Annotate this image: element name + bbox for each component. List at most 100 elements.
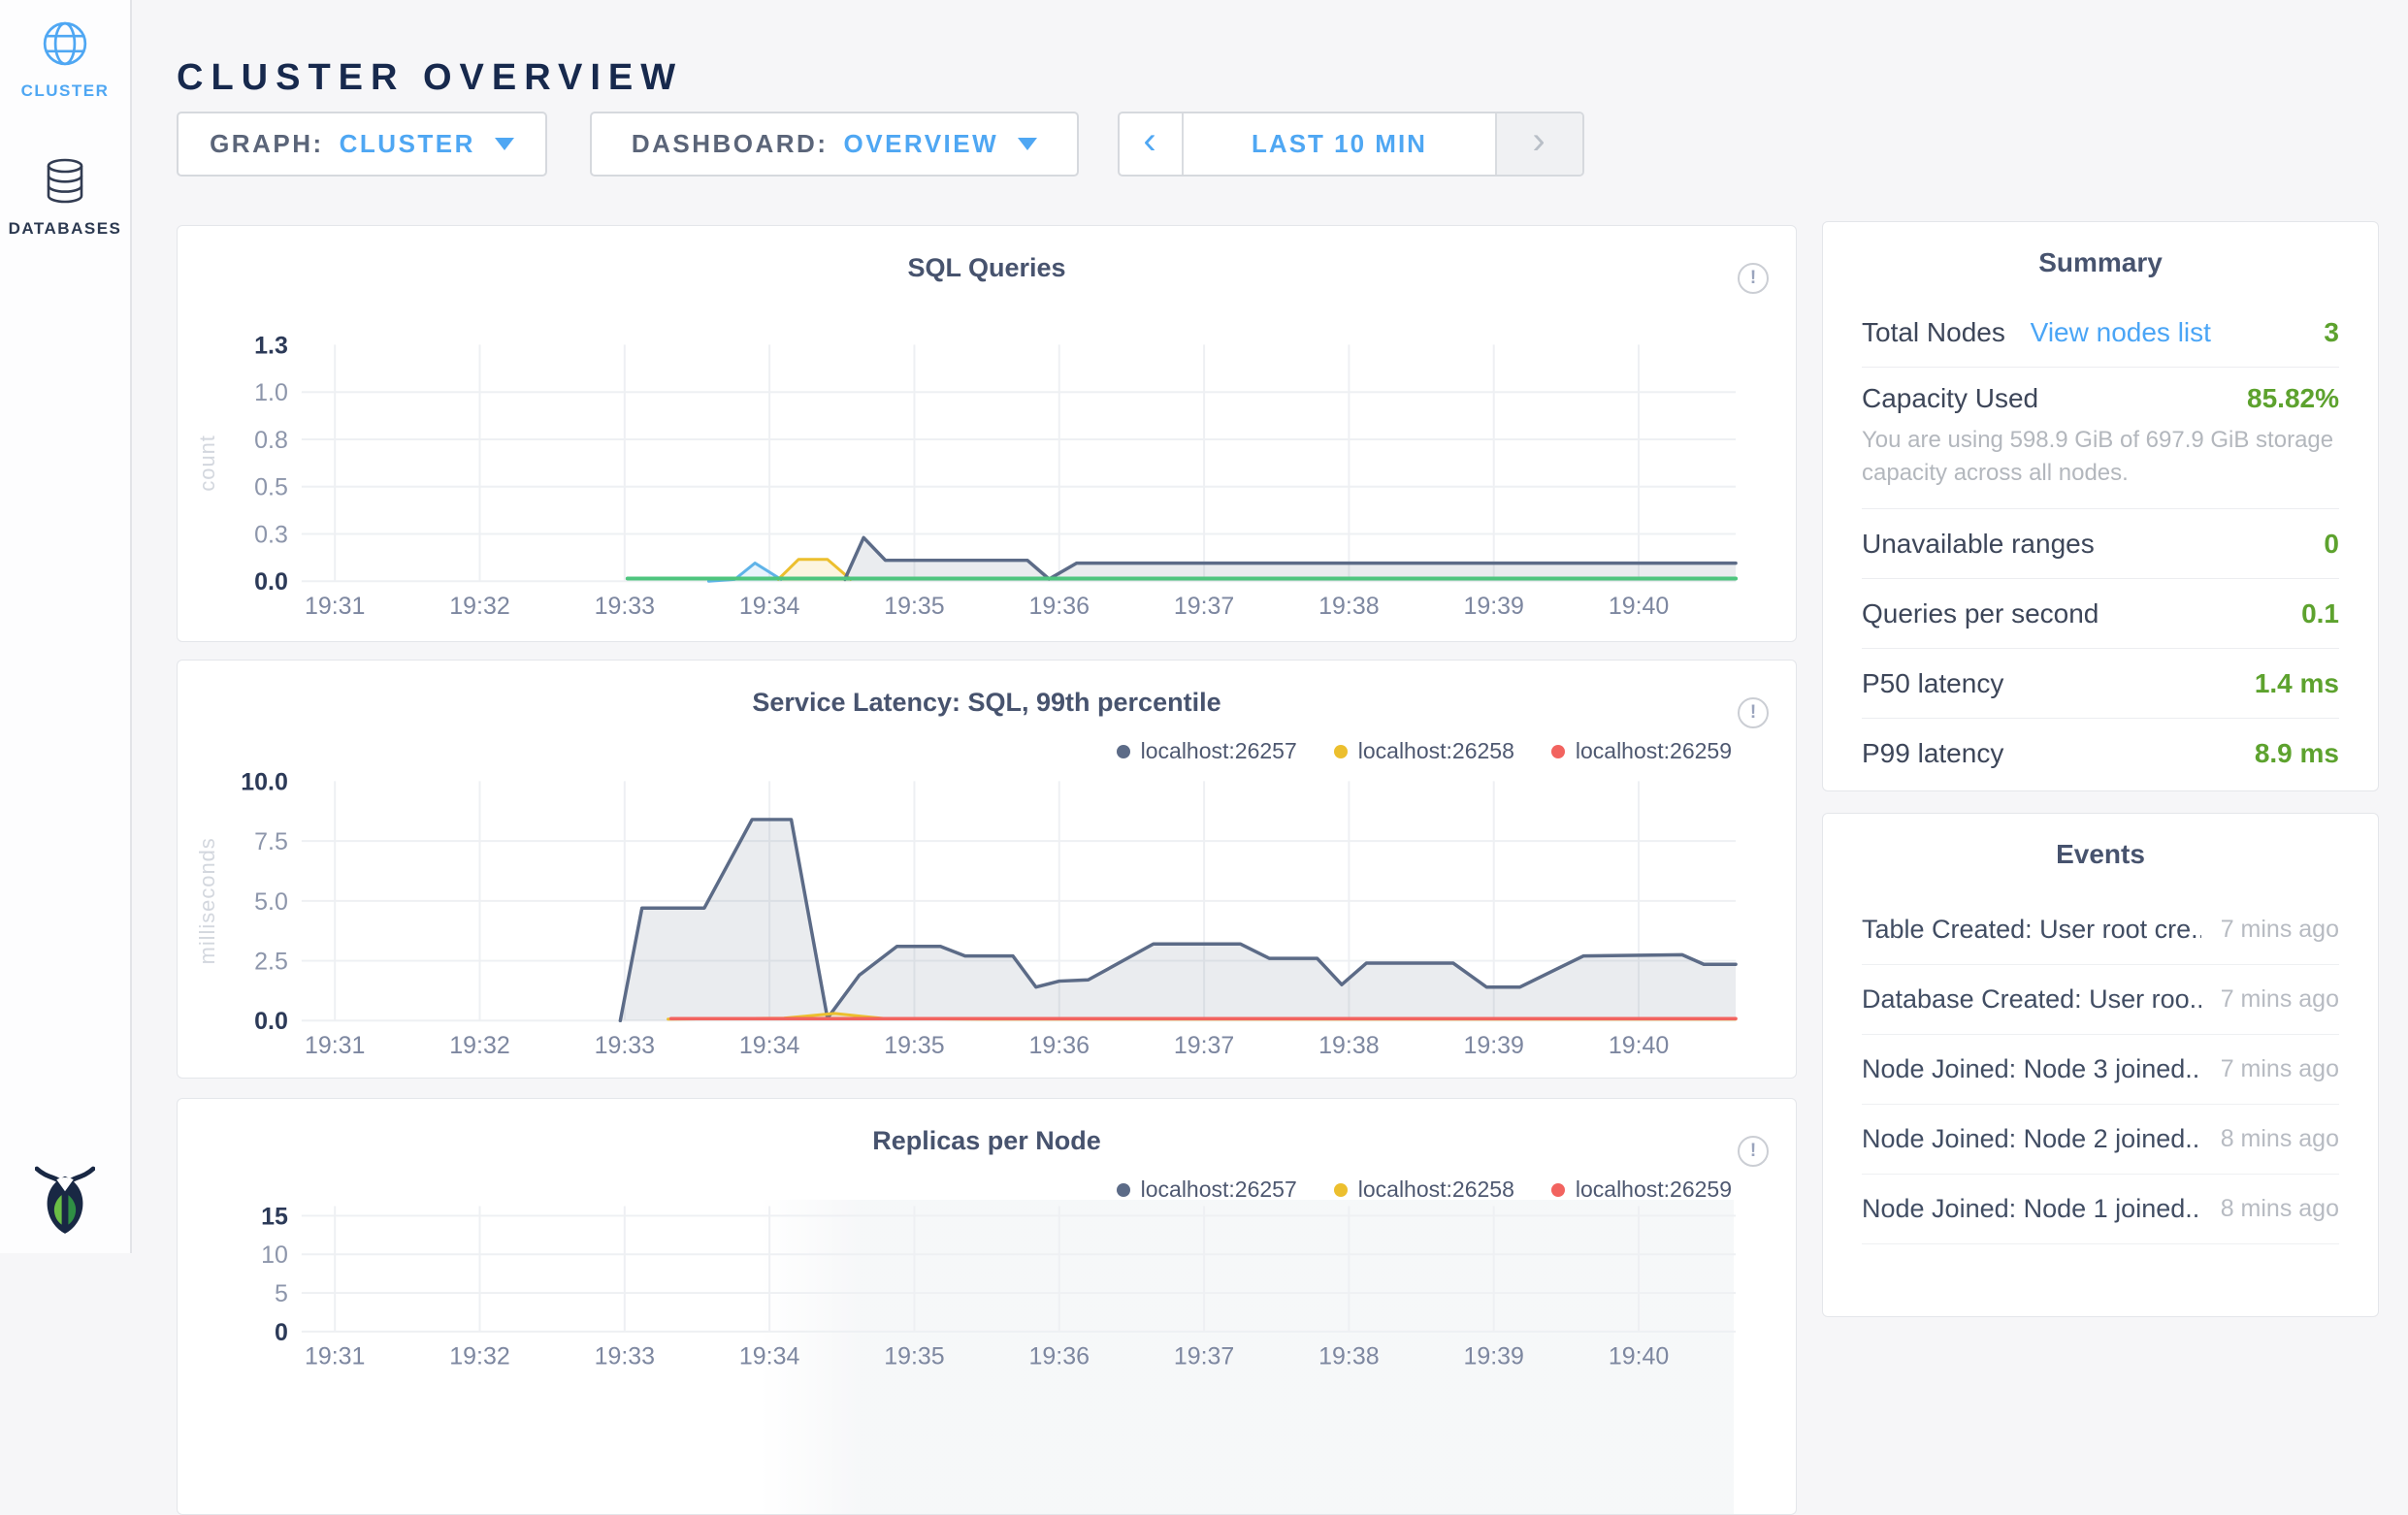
svg-text:0.8: 0.8 (254, 427, 288, 454)
summary-row-capacity-used: Capacity Used 85.82% You are using 598.9… (1862, 368, 2339, 509)
svg-text:19:36: 19:36 (1029, 593, 1090, 620)
svg-text:19:39: 19:39 (1463, 1032, 1523, 1059)
sidebar-item-label: DATABASES (0, 219, 130, 239)
svg-text:19:31: 19:31 (305, 593, 365, 620)
svg-text:19:40: 19:40 (1609, 1032, 1669, 1059)
time-range-selector: ‹ LAST 10 MIN › (1118, 112, 1584, 177)
sql-queries-chart[interactable]: 19:31 19:32 19:33 19:34 19:35 19:36 19:37 19:38… (178, 226, 1796, 641)
replicas-per-node-card: Replicas per Node ! localhost:26257local… (177, 1098, 1797, 1515)
time-range-next-button[interactable]: › (1495, 113, 1582, 175)
svg-text:19:40: 19:40 (1609, 1343, 1669, 1370)
svg-text:19:33: 19:33 (595, 593, 655, 620)
chevron-left-icon: ‹ (1143, 119, 1157, 163)
svg-text:19:37: 19:37 (1174, 1343, 1234, 1370)
sidebar-item-databases[interactable]: DATABASES (0, 157, 130, 239)
svg-text:7.5: 7.5 (254, 828, 288, 855)
svg-text:0.5: 0.5 (254, 474, 288, 501)
view-nodes-list-link[interactable]: View nodes list (2031, 317, 2211, 347)
event-time: 7 mins ago (2221, 916, 2339, 944)
summary-value: 0 (2324, 529, 2339, 560)
event-time: 8 mins ago (2221, 1125, 2339, 1153)
svg-text:count: count (195, 435, 219, 492)
service-latency-card: Service Latency: SQL, 99th percentile ! … (177, 660, 1797, 1079)
summary-panel: Summary Total Nodes View nodes list 3 Ca… (1822, 221, 2379, 791)
event-row[interactable]: Node Joined: Node 1 joined... 8 mins ago (1862, 1175, 2339, 1244)
summary-row-total-nodes: Total Nodes View nodes list 3 (1862, 298, 2339, 368)
dashboard-dropdown[interactable]: DASHBOARD: OVERVIEW (590, 112, 1079, 177)
svg-text:19:33: 19:33 (595, 1343, 655, 1370)
event-title: Node Joined: Node 1 joined... (1862, 1194, 2201, 1224)
events-title: Events (1823, 839, 2378, 870)
svg-text:19:39: 19:39 (1463, 593, 1523, 620)
svg-text:1.0: 1.0 (254, 379, 288, 406)
svg-text:0.0: 0.0 (254, 568, 288, 596)
database-icon (42, 157, 88, 210)
svg-text:19:37: 19:37 (1174, 1032, 1234, 1059)
summary-value: 85.82% (2247, 383, 2339, 414)
svg-text:19:36: 19:36 (1029, 1343, 1090, 1370)
svg-text:milliseconds: milliseconds (195, 837, 219, 964)
replicas-per-node-chart[interactable]: 19:3119:3219:3319:3419:3519:3619:3719:38… (178, 1099, 1796, 1514)
svg-text:19:38: 19:38 (1318, 593, 1379, 620)
svg-text:19:40: 19:40 (1609, 593, 1669, 620)
event-title: Database Created: User roo... (1862, 984, 2201, 1015)
svg-text:19:32: 19:32 (449, 1032, 509, 1059)
events-panel: Events Table Created: User root cre...7 … (1822, 813, 2379, 1317)
svg-text:19:38: 19:38 (1318, 1032, 1379, 1059)
dashboard-dropdown-label: DASHBOARD: (632, 129, 829, 159)
globe-icon (41, 19, 89, 73)
summary-label: Unavailable ranges (1862, 529, 2095, 560)
time-range-prev-button[interactable]: ‹ (1120, 113, 1184, 175)
event-time: 7 mins ago (2221, 985, 2339, 1014)
svg-text:2.5: 2.5 (254, 949, 288, 976)
summary-value: 1.4 ms (2255, 668, 2339, 699)
cluster-overview-page: { "header": { "title": "CLUSTER OVERVIEW… (0, 0, 2408, 1253)
summary-row-queries-per-second: Queries per second 0.1 (1862, 579, 2339, 649)
event-time: 8 mins ago (2221, 1195, 2339, 1223)
event-row[interactable]: Database Created: User roo... 7 mins ago (1862, 965, 2339, 1035)
event-row[interactable]: Node Joined: Node 2 joined... 8 mins ago (1862, 1105, 2339, 1175)
svg-text:5: 5 (275, 1280, 288, 1307)
sidebar-item-label: CLUSTER (0, 81, 130, 101)
summary-title: Summary (1823, 247, 2378, 278)
summary-label: P50 latency (1862, 668, 2003, 699)
event-row[interactable]: Node Joined: Node 3 joined... 7 mins ago (1862, 1035, 2339, 1105)
summary-label: Total Nodes (1862, 317, 2005, 347)
event-title: Node Joined: Node 2 joined... (1862, 1124, 2201, 1154)
cockroachdb-logo[interactable] (0, 1161, 130, 1241)
graph-dropdown[interactable]: GRAPH: CLUSTER (177, 112, 547, 177)
summary-row-p99-latency: P99 latency 8.9 ms (1862, 719, 2339, 788)
svg-text:19:35: 19:35 (884, 593, 944, 620)
svg-text:19:34: 19:34 (739, 1343, 800, 1370)
svg-text:19:35: 19:35 (884, 1032, 944, 1059)
svg-text:19:36: 19:36 (1029, 1032, 1090, 1059)
service-latency-chart[interactable]: 19:3119:3219:3319:3419:3519:3619:3719:38… (178, 661, 1796, 1078)
svg-text:19:35: 19:35 (884, 1343, 944, 1370)
page-title: CLUSTER OVERVIEW (177, 57, 683, 99)
chevron-down-icon (1018, 138, 1037, 150)
capacity-subtext: You are using 598.9 GiB of 697.9 GiB sto… (1862, 424, 2339, 489)
chevron-right-icon: › (1532, 119, 1546, 163)
graph-dropdown-value: CLUSTER (340, 129, 475, 159)
svg-text:10.0: 10.0 (241, 768, 288, 795)
event-time: 7 mins ago (2221, 1055, 2339, 1083)
event-row[interactable]: Table Created: User root cre...7 mins ag… (1862, 895, 2339, 965)
svg-text:10: 10 (261, 1241, 288, 1269)
summary-value: 3 (2324, 317, 2339, 348)
sidebar-item-cluster[interactable]: CLUSTER (0, 19, 130, 101)
chevron-down-icon (495, 138, 514, 150)
summary-label: Queries per second (1862, 598, 2099, 629)
svg-text:15: 15 (261, 1203, 288, 1230)
svg-text:5.0: 5.0 (254, 888, 288, 916)
time-range-label[interactable]: LAST 10 MIN (1184, 113, 1495, 175)
svg-text:19:37: 19:37 (1174, 593, 1234, 620)
svg-text:19:32: 19:32 (449, 1343, 509, 1370)
event-title: Node Joined: Node 3 joined... (1862, 1054, 2201, 1084)
sidebar: CLUSTER DATABASES (0, 0, 132, 1253)
summary-label: P99 latency (1862, 738, 2003, 769)
svg-text:19:34: 19:34 (739, 593, 800, 620)
sql-queries-card: SQL Queries ! 19:3119:3219:3319:3419:351… (177, 225, 1797, 642)
svg-text:19:31: 19:31 (305, 1032, 365, 1059)
svg-text:19:34: 19:34 (739, 1032, 800, 1059)
svg-text:19:32: 19:32 (449, 593, 509, 620)
